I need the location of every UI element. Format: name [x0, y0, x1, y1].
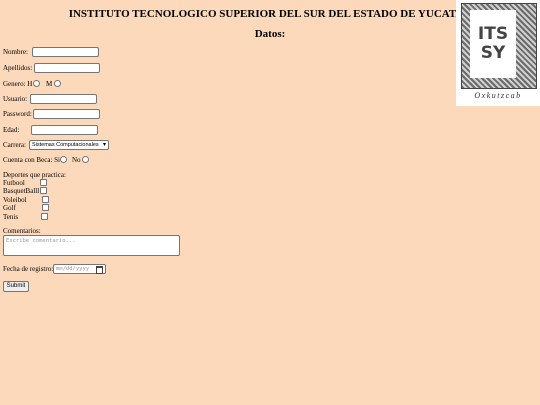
genero-h-radio[interactable] [33, 80, 40, 87]
logo-center: ITS SY [470, 10, 516, 78]
beca-si-radio[interactable] [60, 156, 67, 163]
deportes-label: Deportes que practica: [3, 171, 66, 179]
beca-no-label: No [72, 156, 81, 164]
logo-text-its: ITS [477, 24, 509, 44]
genero-label: Genero: H [3, 80, 33, 88]
institution-logo: ITS SY Oxkutzcab [456, 0, 540, 106]
carrera-label: Carrera: [3, 141, 26, 149]
fecha-input[interactable]: mm/dd/yyyy [53, 264, 106, 274]
calendar-icon[interactable] [96, 266, 103, 274]
edad-input[interactable] [31, 125, 98, 135]
nombre-label: Nombre: [3, 48, 28, 56]
beca-label: Cuenta con Beca: Si [3, 156, 60, 164]
deporte-checkbox-futbool[interactable] [40, 179, 47, 186]
deporte-label-tenis: Tenis [3, 213, 19, 221]
genero-m-radio[interactable] [54, 80, 61, 87]
deporte-label-futbool: Futbool [3, 179, 25, 187]
submit-button[interactable]: Submit [3, 281, 29, 292]
genero-m-label: M [46, 80, 53, 88]
deporte-label-golf: Golf [3, 204, 16, 212]
deporte-label-basquetball: BasquetBalll [3, 187, 40, 195]
beca-no-radio[interactable] [82, 156, 89, 163]
edad-label: Edad: [3, 126, 20, 134]
deporte-checkbox-basquetball[interactable] [40, 187, 47, 194]
usuario-input[interactable] [30, 94, 97, 104]
deporte-label-voleibol: Voleibol [3, 196, 27, 204]
fecha-label: Fecha de registro: [3, 265, 54, 273]
comentarios-label: Comentarios: [3, 227, 41, 235]
comentarios-textarea[interactable]: Escribe comentario... [3, 235, 180, 256]
usuario-label: Usuario: [3, 95, 28, 103]
deporte-checkbox-tenis[interactable] [41, 213, 48, 220]
apellidos-label: Apellidos: [3, 64, 33, 72]
apellidos-input[interactable] [34, 63, 100, 73]
logo-caption: Oxkutzcab [474, 91, 522, 100]
deporte-checkbox-voleibol[interactable] [42, 196, 49, 203]
carrera-selected-value: Sistemas Computacionales [32, 142, 99, 148]
logo-text-sy: SY [480, 43, 506, 63]
chevron-down-icon: ▾ [102, 142, 106, 148]
deporte-checkbox-golf[interactable] [42, 204, 49, 211]
password-label: Password: [3, 110, 32, 118]
fecha-placeholder: mm/dd/yyyy [56, 266, 90, 272]
password-input[interactable] [33, 109, 100, 119]
carrera-select[interactable]: Sistemas Computacionales ▾ [29, 140, 109, 150]
nombre-input[interactable] [32, 47, 99, 57]
